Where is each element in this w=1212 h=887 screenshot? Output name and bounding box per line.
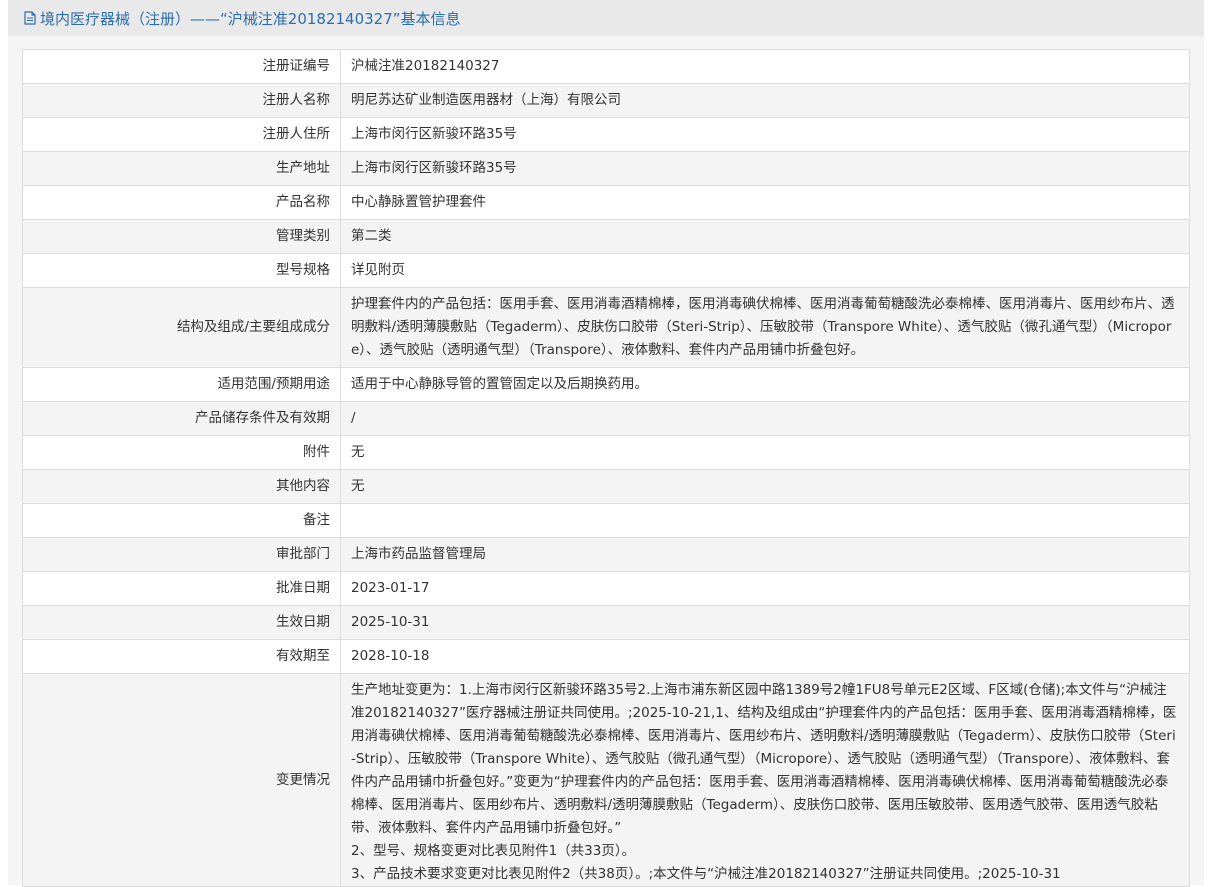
row-label: 生效日期 <box>22 605 341 640</box>
content-frame: 注册证编号 沪械注准20182140327 注册人名称 明尼苏达矿业制造医用器材（上… <box>8 36 1204 887</box>
table-row: 适用范围/预期用途 适用于中心静脉导管的置管固定以及后期换药用。 <box>22 367 1190 402</box>
table-row: 产品储存条件及有效期 / <box>22 401 1190 436</box>
row-value: 2025-10-31 <box>340 605 1190 640</box>
row-value: 护理套件内的产品包括：医用手套、医用消毒酒精棉棒，医用消毒碘伏棉棒、医用消毒葡萄… <box>340 287 1190 368</box>
row-label: 管理类别 <box>22 219 341 254</box>
row-label: 其他内容 <box>22 469 341 504</box>
change-value: 生产地址变更为：1.上海市闵行区新骏环路35号2.上海市浦东新区园中路1389号… <box>340 673 1190 887</box>
row-label: 型号规格 <box>22 253 341 288</box>
page-header: 境内医疗器械（注册）——“沪械注准20182140327”基本信息 <box>8 0 1204 36</box>
row-value: / <box>340 401 1190 436</box>
table-row: 其他内容无 <box>22 469 1190 504</box>
row-value: 2023-01-17 <box>340 571 1190 606</box>
row-label: 注册人名称 <box>22 83 341 118</box>
table-row: 审批部门 上海市药品监督管理局 <box>22 537 1190 572</box>
info-table: 注册证编号 沪械注准20182140327 注册人名称 明尼苏达矿业制造医用器材（上… <box>22 49 1190 887</box>
table-row: 注册证编号 沪械注准20182140327 <box>22 49 1190 84</box>
table-row: 型号规格 详见附页 <box>22 253 1190 288</box>
table-row: 附件无 <box>22 435 1190 470</box>
row-value: 2028-10-18 <box>340 639 1190 674</box>
change-line: 生产地址变更为：1.上海市闵行区新骏环路35号2.上海市浦东新区园中路1389号… <box>351 682 1177 836</box>
row-label: 注册证编号 <box>22 49 341 84</box>
row-label: 备注 <box>22 503 341 538</box>
row-label: 注册人住所 <box>22 117 341 152</box>
row-value: 无 <box>340 435 1190 470</box>
table-row: 批准日期 2023-01-17 <box>22 571 1190 606</box>
table-row: 结构及组成/主要组成成分 护理套件内的产品包括：医用手套、医用消毒酒精棉棒，医用消… <box>22 287 1190 368</box>
table-row: 产品名称 中心静脉置管护理套件 <box>22 185 1190 220</box>
row-value: 上海市闵行区新骏环路35号 <box>340 117 1190 152</box>
row-label: 适用范围/预期用途 <box>22 367 341 402</box>
table-row: 变更情况 生产地址变更为：1.上海市闵行区新骏环路35号2.上海市浦东新区园中路… <box>22 673 1190 887</box>
row-value: 上海市闵行区新骏环路35号 <box>340 151 1190 186</box>
table-row: 管理类别 第二类 <box>22 219 1190 254</box>
table-row: 备注 <box>22 503 1190 538</box>
row-label: 批准日期 <box>22 571 341 606</box>
page-title: 境内医疗器械（注册）——“沪械注准20182140327”基本信息 <box>40 9 461 28</box>
change-line: 3、产品技术要求变更对比表见附件2（共38页）。;本文件与“沪械注准201821… <box>351 866 1061 882</box>
row-label: 变更情况 <box>22 673 341 887</box>
table-row: 生产地址 上海市闵行区新骏环路35号 <box>22 151 1190 186</box>
document-icon <box>24 11 36 25</box>
row-value: 适用于中心静脉导管的置管固定以及后期换药用。 <box>340 367 1190 402</box>
row-value: 上海市药品监督管理局 <box>340 537 1190 572</box>
row-label: 生产地址 <box>22 151 341 186</box>
row-value: 沪械注准20182140327 <box>340 49 1190 84</box>
row-value: 第二类 <box>340 219 1190 254</box>
change-line: 2、型号、规格变更对比表见附件1（共33页）。 <box>351 843 636 859</box>
row-value: 明尼苏达矿业制造医用器材（上海）有限公司 <box>340 83 1190 118</box>
table-row: 有效期至 2028-10-18 <box>22 639 1190 674</box>
row-label: 产品储存条件及有效期 <box>22 401 341 436</box>
row-label: 有效期至 <box>22 639 341 674</box>
row-label: 审批部门 <box>22 537 341 572</box>
row-label: 附件 <box>22 435 341 470</box>
row-value <box>340 503 1190 538</box>
row-value: 中心静脉置管护理套件 <box>340 185 1190 220</box>
table-row: 注册人住所 上海市闵行区新骏环路35号 <box>22 117 1190 152</box>
table-row: 注册人名称 明尼苏达矿业制造医用器材（上海）有限公司 <box>22 83 1190 118</box>
row-label: 结构及组成/主要组成成分 <box>22 287 341 368</box>
row-label: 产品名称 <box>22 185 341 220</box>
row-value: 详见附页 <box>340 253 1190 288</box>
table-row: 生效日期 2025-10-31 <box>22 605 1190 640</box>
row-value: 无 <box>340 469 1190 504</box>
